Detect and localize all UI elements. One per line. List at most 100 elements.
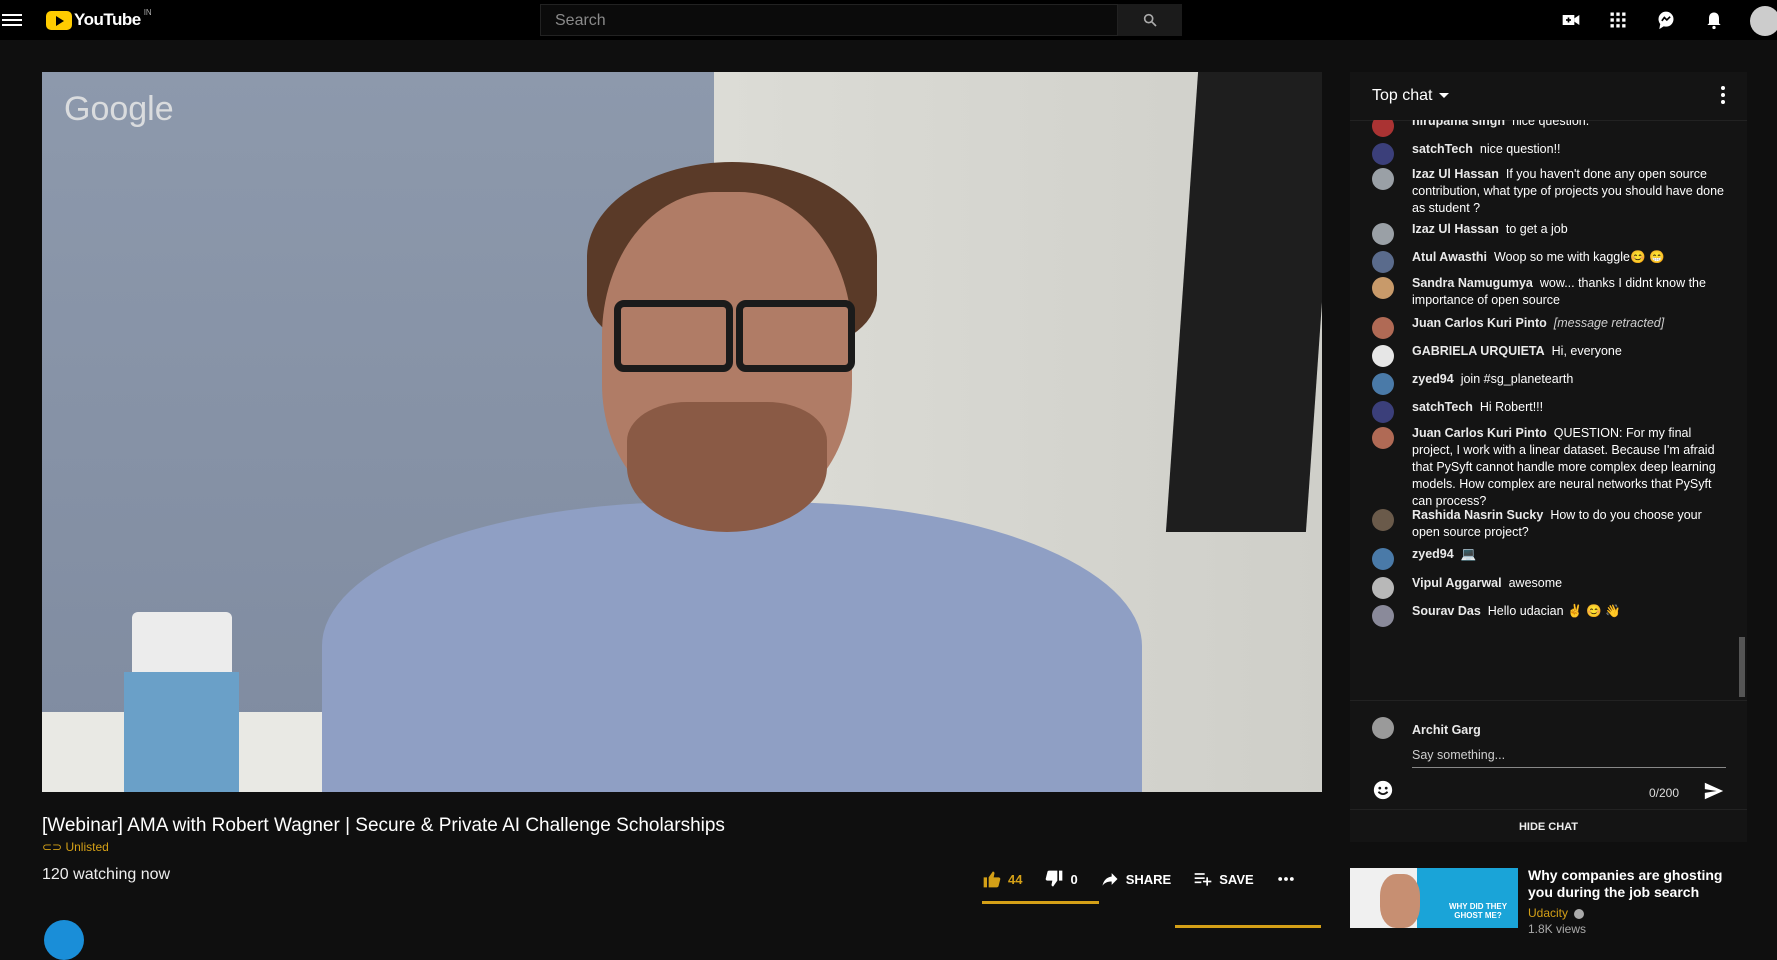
like-count: 44 — [1008, 871, 1023, 887]
video-frame-person-shirt — [322, 502, 1142, 792]
chat-author[interactable]: zyed94 — [1412, 547, 1454, 561]
like-sentiment-bar — [982, 901, 1099, 904]
chat-avatar — [1372, 168, 1394, 190]
more-vertical-icon[interactable] — [1721, 86, 1725, 106]
recommended-video-channel[interactable]: Udacity — [1528, 906, 1585, 920]
channel-avatar[interactable] — [44, 920, 84, 960]
chat-message-list[interactable]: nirupama singh nice question. satchTech ni… — [1350, 120, 1747, 700]
verified-check-icon — [1574, 908, 1585, 919]
live-chat: Top chat nirupama singh nice question. sa… — [1350, 72, 1747, 842]
chat-author[interactable]: zyed94 — [1412, 372, 1454, 386]
chat-header: Top chat — [1350, 72, 1747, 121]
chat-text: nice question!! — [1479, 142, 1561, 156]
chat-author[interactable]: Juan Carlos Kuri Pinto — [1412, 316, 1547, 330]
messages-icon[interactable] — [1655, 10, 1677, 30]
chat-author[interactable]: Sandra Namugumya — [1412, 276, 1533, 290]
menu-icon[interactable] — [2, 11, 22, 27]
thumbnail-text: WHY DID THEY GHOST ME? — [1448, 902, 1508, 920]
chat-avatar — [1372, 605, 1394, 627]
like-button[interactable]: 44 — [982, 869, 1022, 889]
chat-author[interactable]: satchTech — [1412, 400, 1473, 414]
recommended-video-title[interactable]: Why companies are ghosting you during th… — [1528, 867, 1738, 901]
chat-scrollbar[interactable] — [1739, 637, 1745, 697]
chat-author[interactable]: GABRIELA URQUIETA — [1412, 344, 1545, 358]
video-frame-person-beard — [627, 402, 827, 532]
hide-chat-button[interactable]: HIDE CHAT — [1350, 809, 1747, 844]
chat-avatar — [1372, 345, 1394, 367]
video-actions: 44 0 SHARE SAVE — [982, 864, 1324, 894]
send-icon[interactable] — [1702, 780, 1726, 802]
channel-name: Udacity — [1528, 906, 1569, 920]
video-watermark: Google — [64, 90, 174, 128]
link-icon: ⊂⊃ — [42, 840, 66, 854]
chat-author[interactable]: Izaz Ul Hassan — [1412, 167, 1499, 181]
chat-author[interactable]: satchTech — [1412, 142, 1473, 156]
chat-avatar — [1372, 120, 1394, 137]
visibility-label: Unlisted — [65, 840, 109, 854]
chat-avatar — [1372, 251, 1394, 273]
video-title: [Webinar] AMA with Robert Wagner | Secur… — [42, 815, 725, 836]
masthead: YouTube IN — [0, 0, 1777, 40]
create-video-icon[interactable] — [1560, 10, 1582, 30]
chat-avatar — [1372, 509, 1394, 531]
chat-author[interactable]: Izaz Ul Hassan — [1412, 222, 1499, 236]
chat-avatar — [1372, 277, 1394, 299]
chat-avatar — [1372, 317, 1394, 339]
apps-grid-icon[interactable] — [1607, 10, 1629, 30]
chat-text: 💻 — [1460, 547, 1477, 561]
thumbs-up-icon — [983, 871, 1001, 888]
recommended-video-thumbnail[interactable]: WHY DID THEY GHOST ME? — [1350, 868, 1518, 928]
caret-down-icon — [1439, 93, 1450, 99]
youtube-logo[interactable]: YouTube IN — [46, 8, 152, 30]
more-horizontal-icon — [1277, 877, 1294, 881]
chat-avatar — [1372, 548, 1394, 570]
chat-author[interactable]: Sourav Das — [1412, 604, 1481, 618]
chat-avatar — [1372, 401, 1394, 423]
search-icon — [1143, 13, 1157, 27]
share-arrow-icon — [1102, 873, 1118, 886]
playlist-add-icon — [1194, 873, 1212, 886]
chat-message-input[interactable] — [1412, 743, 1726, 768]
dislike-count: 0 — [1070, 871, 1078, 887]
notifications-bell-icon[interactable] — [1703, 10, 1725, 30]
recommended-video-views: 1.8K views — [1528, 922, 1587, 936]
save-button[interactable]: SAVE — [1193, 869, 1254, 889]
chat-input-area: Archit Garg 0/200 HIDE CHAT — [1350, 700, 1747, 843]
chat-author[interactable]: Vipul Aggarwal — [1412, 576, 1502, 590]
chat-author[interactable]: nirupama singh — [1412, 120, 1505, 128]
search-button[interactable] — [1118, 4, 1182, 36]
more-actions-button[interactable] — [1276, 869, 1302, 889]
chat-avatar — [1372, 577, 1394, 599]
chat-text: to get a job — [1505, 222, 1568, 236]
thumbs-down-icon — [1046, 870, 1063, 887]
current-user-name: Archit Garg — [1412, 723, 1481, 737]
search-box — [540, 4, 1118, 37]
unlisted-badge: ⊂⊃ Unlisted — [42, 840, 109, 854]
search-input[interactable] — [553, 5, 1097, 37]
chat-mode-dropdown[interactable]: Top chat — [1372, 87, 1450, 105]
chat-text: Hello udacian ✌ 😊 👋 — [1487, 604, 1621, 618]
chat-author[interactable]: Rashida Nasrin Sucky — [1412, 508, 1543, 522]
video-frame-glasses-left — [614, 300, 733, 372]
save-label: SAVE — [1219, 871, 1254, 887]
account-avatar[interactable] — [1750, 6, 1777, 36]
chat-text: nice question. — [1512, 120, 1590, 128]
play-logo-icon — [46, 10, 72, 30]
chat-author[interactable]: Juan Carlos Kuri Pinto — [1412, 426, 1547, 440]
thumbnail-face — [1380, 874, 1420, 928]
logo-text: YouTube — [74, 10, 141, 29]
share-button[interactable]: SHARE — [1100, 869, 1172, 889]
chat-mode-label: Top chat — [1372, 87, 1433, 104]
emoji-icon[interactable] — [1372, 779, 1394, 801]
share-label: SHARE — [1125, 871, 1172, 887]
dislike-button[interactable]: 0 — [1044, 869, 1078, 889]
video-player[interactable]: Google — [42, 72, 1322, 792]
chat-avatar — [1372, 223, 1394, 245]
chat-avatar — [1372, 427, 1394, 449]
chat-text: awesome — [1508, 576, 1563, 590]
chat-author[interactable]: Atul Awasthi — [1412, 250, 1487, 264]
video-frame-glasses-right — [736, 300, 855, 372]
video-frame-box — [124, 672, 239, 792]
chat-avatar — [1372, 143, 1394, 165]
viewer-count: 120 watching now — [42, 866, 171, 883]
